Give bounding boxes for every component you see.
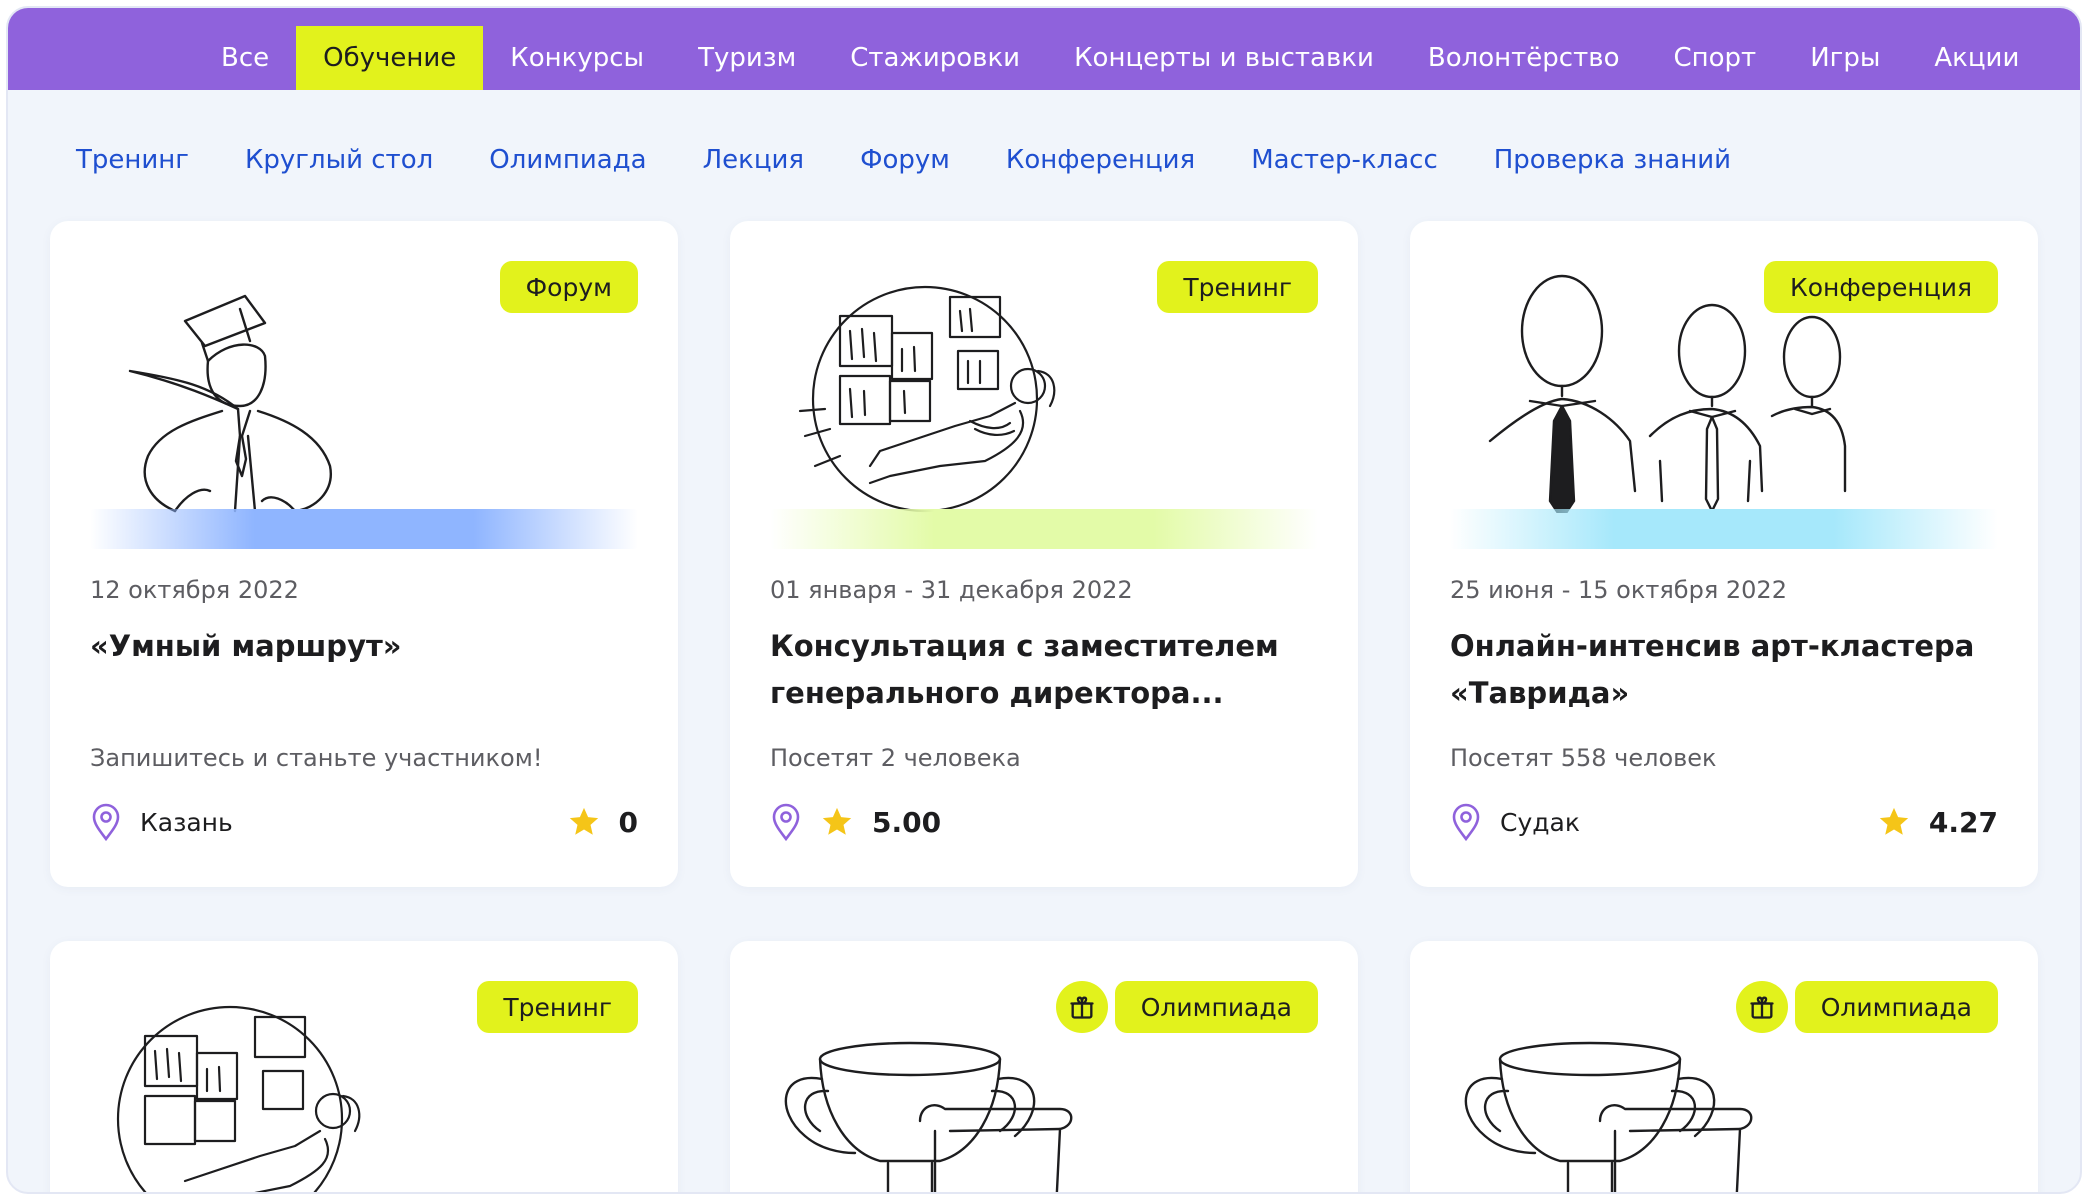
event-date: 25 июня - 15 октября 2022 (1450, 576, 1787, 604)
event-rating: 0 (567, 805, 638, 839)
event-date: 12 октября 2022 (90, 576, 299, 604)
rating-value: 5.00 (872, 805, 942, 839)
event-title[interactable]: Консультация с заместителем генерального… (770, 623, 1322, 717)
subtab-master-class[interactable]: Мастер-класс (1251, 145, 1438, 175)
event-type-tag: Олимпиада (1794, 981, 1998, 1033)
category-bar: Все Обучение Конкурсы Туризм Стажировки … (8, 8, 2080, 90)
event-type-tag: Конференция (1763, 261, 1998, 313)
tab-tourism[interactable]: Туризм (671, 26, 823, 90)
subtab-training[interactable]: Тренинг (76, 145, 189, 175)
tab-sport[interactable]: Спорт (1646, 26, 1783, 90)
card-footer: Казань 0 (90, 799, 638, 845)
tab-concerts[interactable]: Концерты и выставки (1047, 26, 1401, 90)
illustration-band (770, 509, 1318, 549)
tab-volunteering[interactable]: Волонтёрство (1401, 26, 1647, 90)
event-rating: 4.27 (1877, 805, 1998, 839)
event-city: Казань (140, 807, 233, 837)
illustration-band (1450, 509, 1998, 549)
tab-education[interactable]: Обучение (296, 26, 484, 90)
event-rating: 5.00 (820, 805, 941, 839)
illustration-band (90, 509, 638, 549)
event-title[interactable]: Онлайн-интенсив арт-кластера «Таврида» (1450, 623, 2002, 717)
event-card[interactable]: Олимпиада (730, 941, 1358, 1192)
card-footer: Судак 4.27 (1450, 799, 1998, 845)
tab-internships[interactable]: Стажировки (823, 26, 1047, 90)
tab-games[interactable]: Игры (1783, 26, 1907, 90)
tab-contests[interactable]: Конкурсы (483, 26, 671, 90)
app-frame: Все Обучение Конкурсы Туризм Стажировки … (6, 6, 2082, 1194)
gift-badge[interactable] (1056, 981, 1108, 1033)
event-title[interactable]: «Умный маршрут» (90, 623, 642, 670)
event-card[interactable]: Конференция 25 июня - 15 октября 2022 Он… (1410, 221, 2038, 887)
rating-value: 0 (618, 805, 638, 839)
subtab-olympiad[interactable]: Олимпиада (489, 145, 646, 175)
subtab-conference[interactable]: Конференция (1006, 145, 1195, 175)
rating-value: 4.27 (1928, 805, 1998, 839)
event-description: Запишитесь и станьте участником! (90, 744, 543, 772)
gift-icon (1070, 996, 1094, 1019)
tab-all[interactable]: Все (194, 26, 296, 90)
event-description: Посетят 2 человека (770, 744, 1021, 772)
location-pin-icon (1452, 803, 1480, 842)
card-footer: 5.00 (770, 799, 1318, 845)
subcategory-bar: Тренинг Круглый стол Олимпиада Лекция Фо… (76, 145, 1731, 175)
event-type-tag: Тренинг (477, 981, 638, 1033)
event-card[interactable]: Форум 12 октября 2022 «Умный маршрут» За… (50, 221, 678, 887)
gift-icon (1750, 996, 1774, 1019)
subtab-knowledge-check[interactable]: Проверка знаний (1494, 145, 1731, 175)
event-type-tag: Форум (499, 261, 638, 313)
event-type-tag: Олимпиада (1114, 981, 1318, 1033)
gift-badge[interactable] (1736, 981, 1788, 1033)
tab-promotions[interactable]: Акции (1907, 26, 2046, 90)
star-icon (822, 807, 852, 835)
subtab-forum[interactable]: Форум (860, 145, 950, 175)
star-icon (569, 807, 598, 835)
event-description: Посетят 558 человек (1450, 744, 1717, 772)
star-icon (1879, 807, 1909, 835)
event-card[interactable]: Тренинг 01 января - 31 декабря 2022 Конс… (730, 221, 1358, 887)
event-city: Судак (1500, 807, 1580, 837)
location-pin-icon (92, 803, 120, 842)
location-pin-icon (772, 803, 800, 842)
subtab-lecture[interactable]: Лекция (703, 145, 805, 175)
event-type-tag: Тренинг (1157, 261, 1318, 313)
subtab-round-table[interactable]: Круглый стол (245, 145, 433, 175)
event-date: 01 января - 31 декабря 2022 (770, 576, 1133, 604)
event-card[interactable]: Олимпиада (1410, 941, 2038, 1192)
event-card[interactable]: Тренинг (50, 941, 678, 1192)
